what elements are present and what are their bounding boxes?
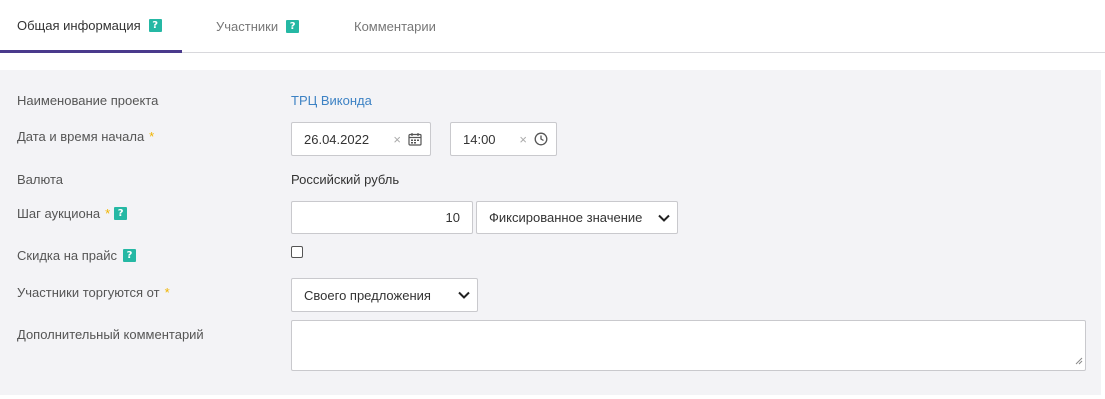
price-discount-label-text: Скидка на прайс [17, 248, 118, 263]
auction-step-type-selected: Фиксированное значение [489, 210, 643, 225]
price-discount-checkbox[interactable] [291, 246, 303, 258]
help-icon[interactable]: ? [123, 249, 137, 262]
auction-step-label-text: Шаг аукциона [17, 206, 101, 221]
help-icon[interactable]: ? [148, 18, 162, 32]
project-name-label-text: Наименование проекта [17, 93, 159, 108]
clock-icon[interactable] [534, 132, 548, 146]
bidding-from-selected: Своего предложения [304, 287, 431, 303]
tab-general-info-label: Общая информация [17, 17, 141, 33]
auction-step-input[interactable]: 10 [291, 201, 473, 234]
start-datetime-label-text: Дата и время начала [17, 129, 145, 144]
auction-step-value[interactable]: 10 [292, 210, 472, 225]
tab-participants-label: Участники [216, 19, 279, 34]
required-marker: * [149, 129, 155, 144]
general-info-form: Наименование проекта ТРЦ Виконда Дата и … [0, 70, 1101, 395]
comment-label-text: Дополнительный комментарий [17, 327, 204, 342]
help-icon[interactable]: ? [286, 20, 300, 33]
bidding-from-select[interactable]: Своего предложения [291, 278, 478, 312]
project-name-link[interactable]: ТРЦ Виконда [291, 93, 372, 108]
clear-icon[interactable]: × [519, 132, 527, 147]
chevron-down-icon [458, 291, 470, 299]
help-icon[interactable]: ? [114, 207, 128, 220]
comment-label: Дополнительный комментарий [17, 327, 204, 342]
start-date-value[interactable]: 26.04.2022 [292, 132, 393, 147]
start-time-input[interactable]: 14:00 × [450, 122, 557, 156]
project-name-label: Наименование проекта [17, 93, 158, 108]
currency-label: Валюта [17, 172, 63, 187]
required-marker: * [105, 206, 111, 221]
chevron-down-icon [658, 214, 670, 222]
tab-general-info[interactable]: Общая информация ? [0, 0, 182, 53]
required-marker: * [164, 285, 170, 300]
currency-value: Российский рубль [291, 172, 400, 187]
start-date-input[interactable]: 26.04.2022 × [291, 122, 431, 156]
calendar-icon[interactable] [408, 132, 422, 146]
auction-step-type-select[interactable]: Фиксированное значение [476, 201, 678, 234]
comment-textarea[interactable] [291, 320, 1086, 371]
auction-step-label: Шаг аукциона * ? [17, 206, 128, 221]
tab-comments-label: Комментарии [354, 19, 436, 34]
bidding-from-label-text: Участники торгуются от [17, 285, 160, 300]
resize-grip-icon[interactable] [1075, 353, 1083, 368]
tab-comments[interactable]: Комментарии [354, 0, 436, 53]
price-discount-label: Скидка на прайс ? [17, 248, 137, 263]
tab-bar: Общая информация ? Участники ? Комментар… [0, 0, 1105, 53]
start-datetime-label: Дата и время начала * [17, 129, 154, 144]
bidding-from-label: Участники торгуются от * [17, 285, 170, 300]
currency-label-text: Валюта [17, 172, 63, 187]
start-time-value[interactable]: 14:00 [451, 132, 519, 147]
tab-participants[interactable]: Участники ? [216, 0, 300, 53]
clear-icon[interactable]: × [393, 132, 401, 147]
